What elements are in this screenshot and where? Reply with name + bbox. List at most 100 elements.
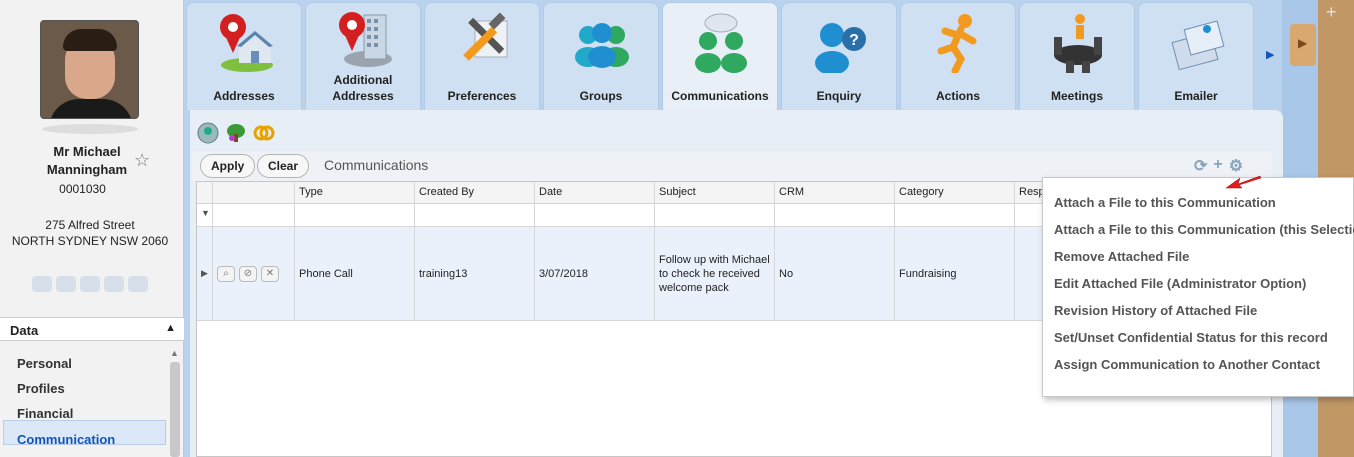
view-icon[interactable]: ⌕ (217, 265, 235, 282)
tab-scroll-right-icon[interactable]: ▶ (1266, 48, 1274, 61)
tab-actions[interactable]: Actions (900, 2, 1016, 110)
filter-cell-category[interactable] (895, 204, 1015, 227)
linked-rings-icon[interactable] (252, 122, 276, 144)
favourite-star-icon[interactable]: ☆ (134, 150, 150, 171)
clear-button[interactable]: Clear (257, 154, 310, 178)
tab-emailer[interactable]: Emailer (1138, 2, 1254, 110)
tab-label: Enquiry (816, 89, 862, 103)
menu-item-confidential-status[interactable]: Set/Unset Confidential Status for this r… (1043, 328, 1353, 355)
quick-action-icons (196, 122, 276, 144)
cell-date: 3/07/2018 (535, 227, 655, 321)
tab-label: Actions (935, 89, 980, 103)
column-header-type[interactable]: Type (295, 182, 415, 204)
column-header-category[interactable]: Category (895, 182, 1015, 204)
tab-label: Emailer (1174, 89, 1218, 103)
contact-sidebar: Mr Michael Manningham ☆ 0001030 275 Alfr… (0, 0, 184, 457)
attach-icon[interactable]: ⊘ (239, 265, 257, 282)
row-expander-icon[interactable]: ▶ (197, 227, 213, 321)
contact-name: Mr Michael Manningham (30, 143, 144, 179)
menu-item-attach-file-selection[interactable]: Attach a File to this Communication (thi… (1043, 220, 1354, 247)
tab-label: Additional Addresses (332, 73, 394, 103)
chevron-up-icon[interactable]: ▲ (165, 322, 176, 334)
menu-item-attach-file[interactable]: Attach a File to this Communication (1043, 193, 1353, 220)
context-menu: Attach a File to this Communication Atta… (1042, 177, 1354, 397)
tab-preferences[interactable]: Preferences (424, 2, 540, 110)
apply-button[interactable]: Apply (200, 154, 256, 178)
expand-arrow-icon: ▶ (1298, 36, 1308, 50)
cell-created-by: training13 (415, 227, 535, 321)
photo-shadow (42, 124, 138, 134)
people-group-icon (575, 23, 629, 68)
tab-addresses[interactable]: Addresses (186, 2, 302, 110)
tab-enquiry[interactable]: ? Enquiry (781, 2, 897, 110)
contact-photo[interactable] (40, 20, 139, 119)
tab-strip: Addresses Additional Addresses Preferenc… (184, 0, 1282, 110)
sidebar-item-profiles[interactable]: Profiles (0, 370, 184, 396)
cell-crm: No (775, 227, 895, 321)
social-icon-1[interactable] (32, 276, 52, 292)
filter-cell-subject[interactable] (655, 204, 775, 227)
social-icon-3[interactable] (80, 276, 100, 292)
column-header-date[interactable]: Date (535, 182, 655, 204)
person-search-icon[interactable] (196, 122, 220, 144)
data-section-header[interactable]: Data ▲ (0, 317, 184, 341)
filter-icon[interactable]: ▼ (197, 204, 213, 227)
plus-icon[interactable]: + (1326, 2, 1337, 23)
house-pin-icon (220, 14, 273, 72)
running-man-icon (937, 14, 977, 73)
building-pin-icon (339, 12, 392, 67)
tab-label: Preferences (447, 89, 517, 103)
refresh-icon[interactable]: ⟳ (1194, 156, 1207, 176)
sidebar-item-communication[interactable]: Communication (3, 420, 166, 447)
row-action-buttons: ⌕ ⊘ ✕ (213, 227, 295, 321)
delete-icon[interactable]: ✕ (261, 265, 279, 282)
filter-cell-type[interactable] (295, 204, 415, 227)
scroll-up-icon[interactable]: ▲ (170, 348, 179, 358)
column-header-subject[interactable]: Subject (655, 182, 775, 204)
contact-name-line2: Manningham (46, 162, 128, 177)
contact-name-line1: Mr Michael (53, 144, 121, 159)
social-icon-2[interactable] (56, 276, 76, 292)
tab-additional-addresses[interactable]: Additional Addresses (305, 2, 421, 110)
envelope-icon (1171, 20, 1225, 71)
tab-groups[interactable]: Groups (543, 2, 659, 110)
sidebar-scrollbar[interactable]: ▲ (168, 348, 182, 457)
grid-title: Communications (324, 157, 429, 173)
filter-cell-created-by[interactable] (415, 204, 535, 227)
person-question-icon: ? (815, 23, 866, 73)
tab-label: Communications (671, 89, 769, 103)
cell-category: Fundraising (895, 227, 1015, 321)
tab-communications[interactable]: Communications (662, 2, 778, 110)
tab-label: Groups (579, 89, 623, 103)
address-line1: 275 Alfred Street (45, 218, 135, 232)
scrollbar-thumb[interactable] (170, 362, 180, 457)
contact-address: 275 Alfred Street NORTH SYDNEY NSW 2060 (0, 217, 180, 249)
address-line2: NORTH SYDNEY NSW 2060 (11, 234, 169, 248)
family-tree-icon[interactable] (224, 122, 248, 144)
menu-item-assign-communication[interactable]: Assign Communication to Another Contact (1043, 355, 1353, 382)
data-section-title: Data (10, 323, 39, 338)
red-pointer-arrow-icon (1225, 175, 1262, 189)
column-header-created-by[interactable]: Created By (415, 182, 535, 204)
filter-cell-actions (213, 204, 295, 227)
column-header-crm[interactable]: CRM (775, 182, 895, 204)
cell-subject: Follow up with Michael to check he recei… (655, 227, 775, 321)
sidebar-item-financial[interactable]: Financial (0, 395, 184, 421)
header-expander-col (197, 182, 213, 204)
expand-panel-tab[interactable]: ▶ (1290, 24, 1316, 66)
people-talk-icon (695, 13, 747, 73)
social-icon-5[interactable] (128, 276, 148, 292)
header-actions-col (213, 182, 295, 204)
filter-cell-crm[interactable] (775, 204, 895, 227)
tab-meetings[interactable]: Meetings (1019, 2, 1135, 110)
tools-icon (463, 12, 508, 61)
filter-cell-date[interactable] (535, 204, 655, 227)
social-icons (32, 276, 148, 292)
sidebar-item-personal[interactable]: Personal (0, 345, 184, 371)
menu-item-remove-attached-file[interactable]: Remove Attached File (1043, 247, 1353, 274)
menu-item-revision-history[interactable]: Revision History of Attached File (1043, 301, 1353, 328)
menu-item-edit-attached-file[interactable]: Edit Attached File (Administrator Option… (1043, 274, 1353, 301)
social-icon-4[interactable] (104, 276, 124, 292)
meeting-table-icon (1054, 14, 1102, 73)
photo-shirt (49, 99, 133, 118)
